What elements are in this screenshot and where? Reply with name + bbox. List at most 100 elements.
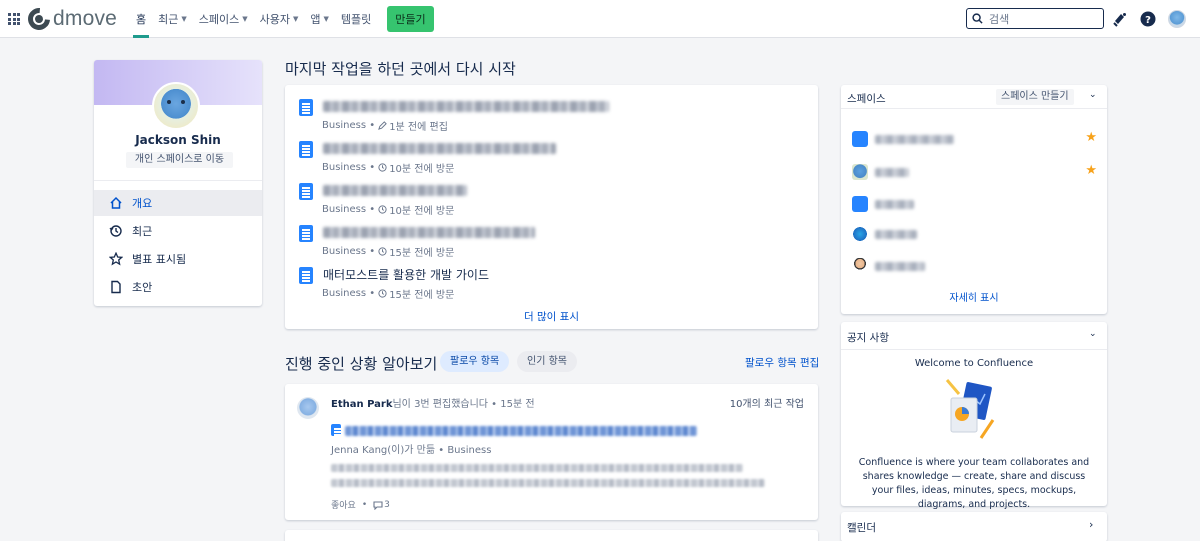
- space-icon: [852, 196, 868, 212]
- comment-count: 3: [384, 499, 390, 510]
- menu-overview[interactable]: 개요: [94, 190, 262, 216]
- spaces-card: 스페이스 스페이스 만들기 ⌄ ★ ★ 자세히 표시: [841, 85, 1107, 314]
- page-icon: [299, 141, 313, 158]
- chevron-right-icon[interactable]: ›: [1089, 518, 1093, 531]
- recent-item-title-redacted: [323, 101, 609, 112]
- space-icon: [852, 164, 868, 180]
- logo-mark-icon: [23, 3, 55, 35]
- notice-title: 공지 사항: [847, 332, 889, 344]
- user-avatar[interactable]: [1168, 10, 1186, 28]
- progress-section-title: 진행 중인 상황 알아보기: [285, 355, 438, 373]
- space-item[interactable]: [852, 225, 1097, 243]
- space-name-redacted: [875, 135, 954, 144]
- recent-item[interactable]: Business • 10분 전에 방문: [299, 182, 799, 218]
- space-name-redacted: [875, 168, 909, 177]
- nav-spaces[interactable]: 스페이스 ▼: [193, 0, 254, 38]
- create-space-button[interactable]: 스페이스 만들기: [996, 89, 1074, 105]
- space-icon: [852, 226, 868, 242]
- page-icon: [299, 225, 313, 242]
- tab-popular[interactable]: 인기 항목: [517, 351, 577, 372]
- feed-excerpt-redacted: [331, 479, 765, 487]
- clock-icon: [378, 289, 387, 298]
- personal-space-link[interactable]: 개인 스페이스로 이동: [126, 152, 233, 168]
- draft-icon: [111, 280, 121, 294]
- space-item[interactable]: ★: [852, 130, 1097, 148]
- search-icon: [972, 13, 983, 24]
- space-name-redacted: [875, 262, 925, 271]
- menu-recent[interactable]: 최근: [94, 218, 262, 244]
- nav-people[interactable]: 사용자 ▼: [254, 0, 305, 38]
- space-name-redacted: [875, 230, 917, 239]
- activity-card: [285, 530, 818, 541]
- space-icon: [852, 258, 868, 274]
- author-name[interactable]: Ethan Park: [331, 399, 392, 410]
- recent-item[interactable]: Business • 1분 전에 편집: [299, 98, 799, 134]
- feed-actions: 좋아요 • 3: [331, 498, 390, 512]
- welcome-title: Welcome to Confluence: [914, 358, 1034, 369]
- chevron-down-icon[interactable]: ⌄: [1089, 329, 1097, 339]
- profile-card: Jackson Shin 개인 스페이스로 이동 개요 최근 별표 표시됨 초안: [94, 60, 262, 306]
- star-icon[interactable]: ★: [1085, 130, 1097, 145]
- clock-icon: [378, 205, 387, 214]
- top-navigation: dmove 홈 최근 ▼ 스페이스 ▼ 사용자 ▼ 앱 ▼ 템플릿 만들기 검색 ?: [0, 0, 1200, 38]
- feed-header: Ethan Park님이 3번 편집했습니다 • 15분 전: [331, 399, 535, 410]
- app-switcher-icon[interactable]: [8, 13, 20, 25]
- like-button[interactable]: 좋아요: [331, 498, 356, 511]
- nav-apps[interactable]: 앱 ▼: [304, 0, 335, 38]
- svg-text:?: ?: [1145, 15, 1151, 26]
- notice-card: 공지 사항 ⌄ Welcome to Confluence Confluence…: [841, 322, 1107, 510]
- nav-templates[interactable]: 템플릿: [335, 0, 377, 38]
- search-input[interactable]: 검색: [966, 8, 1104, 29]
- notice-header[interactable]: 공지 사항 ⌄: [841, 322, 1107, 350]
- recent-item[interactable]: 매터모스트를 활용한 개발 가이드 Business • 15분 전에 방문: [299, 266, 799, 302]
- chevron-down-icon[interactable]: ⌄: [1089, 90, 1097, 100]
- profile-name: Jackson Shin: [135, 133, 221, 147]
- create-button[interactable]: 만들기: [387, 6, 434, 32]
- page-creator: Jenna Kang(이)가 만듦 • Business: [331, 445, 492, 456]
- recent-item-title-redacted: [323, 227, 535, 238]
- pencil-icon: [378, 121, 387, 130]
- page-icon: [299, 183, 313, 200]
- edit-following-link[interactable]: 팔로우 항목 편집: [745, 355, 819, 370]
- menu-starred[interactable]: 별표 표시됨: [94, 246, 262, 272]
- author-avatar[interactable]: [297, 397, 319, 419]
- calendar-title: 캘린더: [847, 522, 876, 534]
- home-icon: [110, 196, 122, 209]
- welcome-illustration-icon: [945, 379, 995, 439]
- nav-home[interactable]: 홈: [130, 0, 152, 38]
- feed-page-title-redacted[interactable]: [345, 426, 697, 436]
- star-icon: [109, 252, 123, 266]
- divider: [94, 180, 262, 181]
- clock-icon: [378, 163, 387, 172]
- space-item[interactable]: [852, 195, 1097, 213]
- space-item[interactable]: [852, 257, 1097, 275]
- recent-item[interactable]: Business • 15분 전에 방문: [299, 224, 799, 260]
- nav-recent[interactable]: 최근 ▼: [152, 0, 193, 38]
- chevron-down-icon: ▼: [242, 15, 248, 23]
- history-icon: [109, 225, 122, 237]
- recent-card: Business • 1분 전에 편집 Business • 10분 전에 방문…: [285, 85, 818, 329]
- page-icon: [331, 424, 342, 436]
- chevron-down-icon: ▼: [181, 15, 187, 23]
- recent-item-title-redacted: [323, 185, 467, 196]
- help-icon[interactable]: ?: [1140, 11, 1156, 27]
- calendar-card[interactable]: 캘린더 ›: [841, 512, 1107, 541]
- comment-icon[interactable]: [373, 500, 383, 510]
- recent-item-title-redacted: [323, 143, 556, 154]
- page-icon: [299, 99, 313, 116]
- notification-icon[interactable]: [1112, 11, 1128, 27]
- menu-drafts[interactable]: 초안: [94, 274, 262, 300]
- space-item[interactable]: ★: [852, 163, 1097, 181]
- star-icon[interactable]: ★: [1085, 163, 1097, 178]
- show-more-spaces-link[interactable]: 자세히 표시: [841, 289, 1107, 304]
- logo[interactable]: dmove: [23, 3, 117, 35]
- feed-excerpt-redacted: [331, 464, 743, 472]
- activity-card: Ethan Park님이 3번 편집했습니다 • 15분 전 10개의 최근 작…: [285, 384, 818, 520]
- show-more-link[interactable]: 더 많이 표시: [285, 309, 818, 324]
- tab-following[interactable]: 팔로우 항목: [440, 351, 510, 372]
- spaces-title: 스페이스: [847, 93, 886, 105]
- recent-item[interactable]: Business • 10분 전에 방문: [299, 140, 799, 176]
- recent-item-title: 매터모스트를 활용한 개발 가이드: [323, 268, 490, 282]
- page-icon: [299, 267, 313, 284]
- recent-activity-count[interactable]: 10개의 최근 작업: [730, 395, 804, 410]
